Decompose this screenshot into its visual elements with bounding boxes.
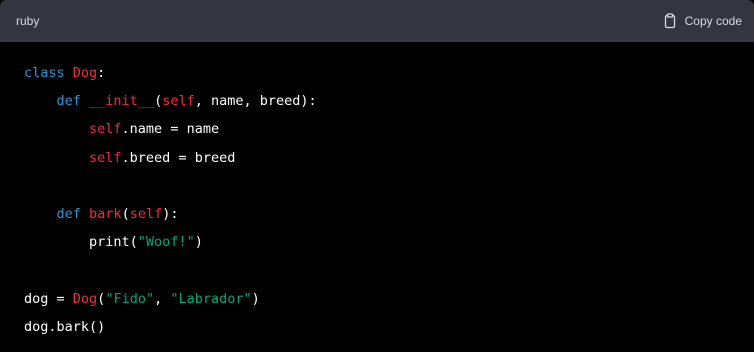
code-token: def bbox=[56, 205, 81, 222]
code-token: "Labrador" bbox=[170, 290, 252, 307]
code-block-header: ruby Copy code bbox=[0, 0, 754, 42]
code-token: self bbox=[162, 93, 195, 110]
code-token: def bbox=[56, 93, 81, 110]
code-line: dog.bark() bbox=[24, 317, 317, 345]
language-label: ruby bbox=[16, 14, 40, 28]
code-token: ): bbox=[162, 205, 179, 222]
code-token: Dog bbox=[72, 65, 98, 81]
code-token: .breed = breed bbox=[121, 149, 236, 166]
code-token: bark bbox=[89, 205, 122, 222]
code-token: self bbox=[129, 205, 163, 222]
code-token: .name = name bbox=[121, 121, 220, 138]
code-token: self bbox=[89, 149, 122, 166]
code-line: def bark(self): bbox=[24, 204, 317, 232]
code-token: , bbox=[154, 290, 171, 307]
code-token: self bbox=[89, 121, 122, 138]
code-line: self.breed = breed bbox=[24, 148, 317, 176]
code-line: def __init__(self, name, breed): bbox=[24, 91, 317, 119]
code-token: "Woof!" bbox=[137, 234, 195, 251]
code-token: : bbox=[97, 65, 106, 81]
code-token: , name, breed): bbox=[194, 93, 317, 110]
code-token: "Fido" bbox=[105, 290, 155, 307]
code-token: Dog bbox=[72, 290, 98, 307]
code-token: print( bbox=[24, 234, 138, 251]
code-token: dog.bark() bbox=[24, 318, 106, 335]
code-area: class Dog: def __init__(self, name, bree… bbox=[0, 42, 754, 352]
clipboard-icon bbox=[662, 13, 678, 29]
code-line: class Dog: bbox=[24, 63, 317, 91]
code-token: ) bbox=[194, 234, 203, 251]
code-line: dog = Dog("Fido", "Labrador") bbox=[24, 289, 317, 317]
copy-code-button[interactable]: Copy code bbox=[662, 10, 742, 32]
code-lines: class Dog: def __init__(self, name, bree… bbox=[24, 63, 317, 345]
code-token: ) bbox=[251, 290, 260, 307]
code-line: print("Woof!") bbox=[24, 232, 317, 260]
code-token: ( bbox=[154, 93, 163, 110]
code-token: __init__ bbox=[89, 93, 155, 110]
code-block: ruby Copy code class Dog: def __init__(s… bbox=[0, 0, 754, 352]
code-line: self.name = name bbox=[24, 119, 317, 147]
code-token: class bbox=[24, 65, 65, 81]
copy-code-label: Copy code bbox=[684, 14, 742, 28]
code-token: dog = bbox=[24, 290, 73, 307]
code-token: ( bbox=[121, 205, 130, 222]
